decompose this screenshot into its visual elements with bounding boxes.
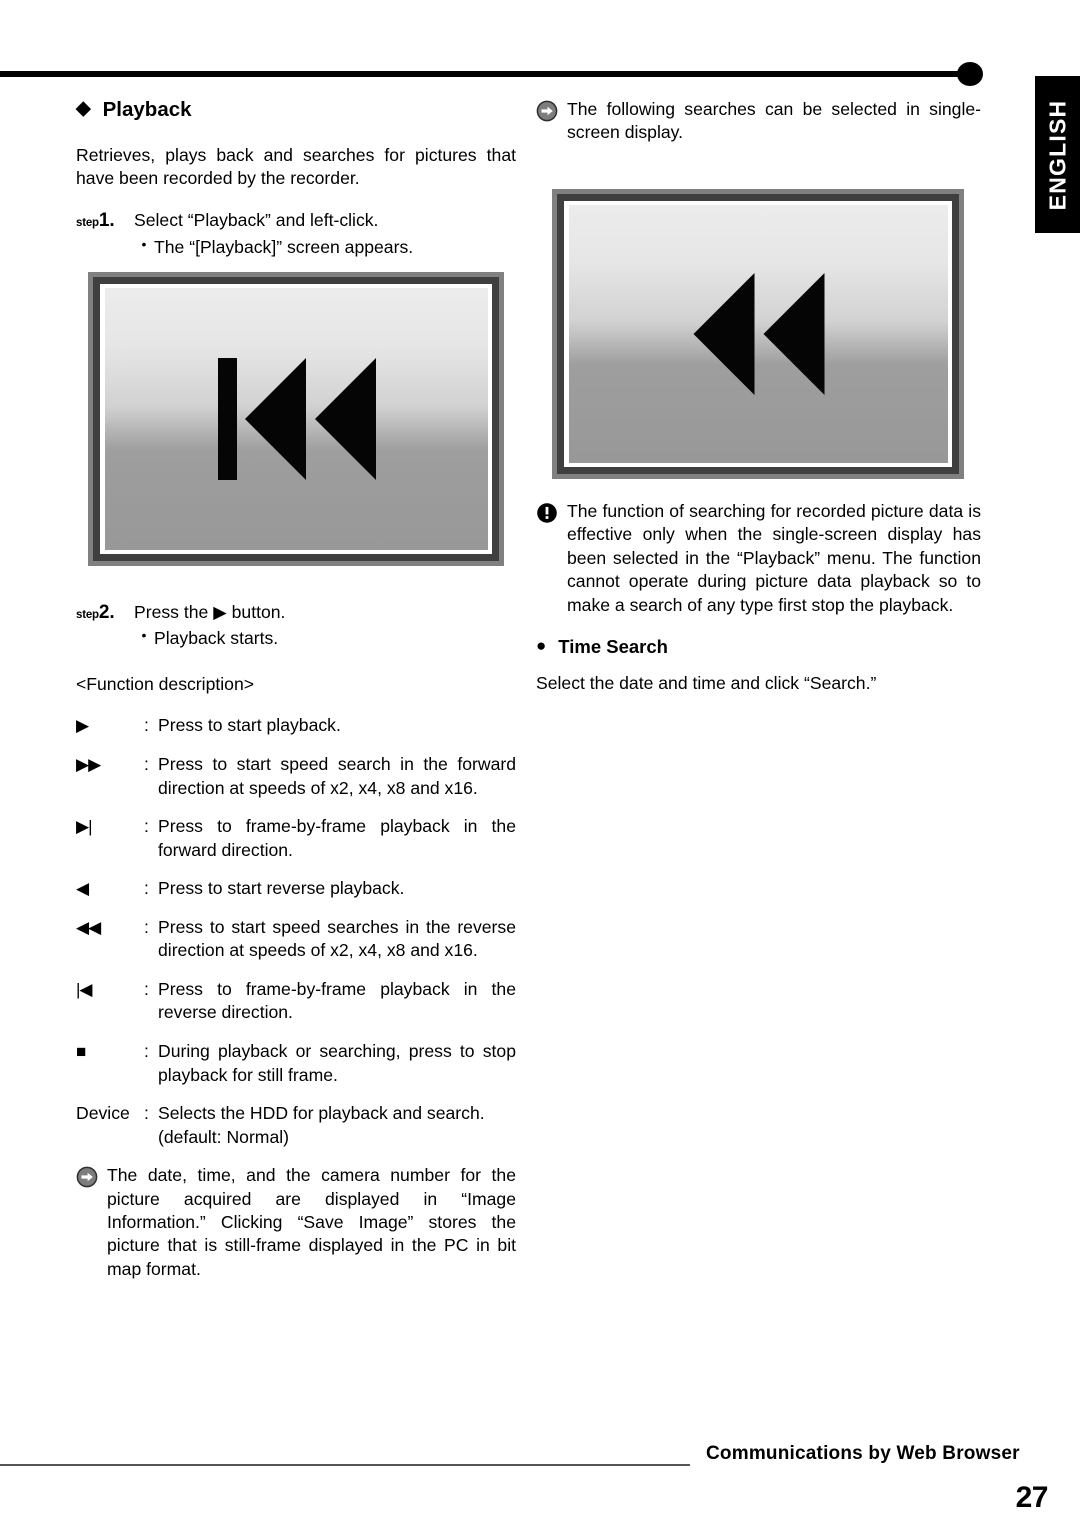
- function-row: Device : Selects the HDD for playback an…: [76, 1102, 516, 1149]
- function-desc: Press to start speed searches in the rev…: [158, 916, 516, 961]
- step-1-label: step1.: [76, 208, 134, 233]
- function-desc: During playback or searching, press to s…: [158, 1041, 516, 1085]
- right-column-lower: The function of searching for recorded p…: [536, 500, 981, 713]
- function-colon: :: [144, 878, 149, 899]
- left-column: ◆ Playback Retrieves, plays back and sea…: [76, 98, 516, 281]
- language-tab-label: ENGLISH: [1044, 99, 1070, 210]
- fast-rewind-icon: [693, 273, 824, 395]
- bullet-icon: •: [141, 627, 147, 644]
- header-rule-dot: [957, 62, 983, 86]
- right-note-callout: The following searches can be selected i…: [536, 98, 981, 145]
- note-text: The date, time, and the camera number fo…: [107, 1165, 516, 1279]
- step-2-number: 2.: [98, 602, 115, 623]
- function-key-frame-reverse-icon: |◀: [76, 979, 93, 999]
- function-desc: Press to start reverse playback.: [158, 878, 405, 899]
- language-tab: ENGLISH: [1035, 76, 1080, 233]
- function-row: ◀◀ : Press to start speed searches in th…: [76, 916, 516, 963]
- search-screenshot-frame: [557, 194, 959, 474]
- function-row: ◀ : Press to start reverse playback.: [76, 877, 516, 901]
- diamond-bullet-icon: ◆: [76, 98, 91, 119]
- playback-screenshot: [88, 272, 504, 566]
- footer-rule: [0, 1464, 690, 1466]
- step-2-prefix: step: [76, 609, 99, 621]
- function-desc: Selects the HDD for playback and search.…: [158, 1103, 485, 1147]
- function-colon: :: [144, 1041, 149, 1062]
- step-1-prefix: step: [76, 217, 99, 230]
- function-row: ▶▶ : Press to start speed search in the …: [76, 753, 516, 800]
- note-callout: The date, time, and the camera number fo…: [76, 1164, 516, 1281]
- search-screenshot-canvas: [569, 205, 948, 463]
- function-colon: :: [144, 753, 149, 774]
- function-colon: :: [144, 916, 149, 937]
- footer-title: Communications by Web Browser: [706, 1443, 1020, 1464]
- step-1-number: 1.: [98, 210, 115, 232]
- function-colon: :: [144, 715, 149, 736]
- right-note-text: The following searches can be selected i…: [567, 99, 981, 143]
- page-title-text: Playback: [102, 98, 192, 121]
- header-rule: [0, 71, 978, 77]
- right-column: The following searches can be selected i…: [536, 98, 981, 163]
- function-row: ▶ : Press to start playback.: [76, 714, 516, 738]
- function-key-device-label: Device: [76, 1103, 130, 1124]
- intro-paragraph: Retrieves, plays back and searches for p…: [76, 144, 516, 188]
- function-colon: :: [144, 816, 149, 837]
- step-2-text: Press the ▶ button.: [134, 602, 286, 622]
- function-key-play-icon: ▶: [76, 716, 89, 736]
- playback-screenshot-canvas: [105, 288, 488, 550]
- warning-callout: The function of searching for recorded p…: [536, 500, 981, 617]
- function-desc: Press to frame-by-frame playback in the …: [158, 978, 516, 1023]
- bullet-icon: •: [141, 235, 147, 252]
- function-desc: Press to frame-by-frame playback in the …: [158, 816, 516, 860]
- function-key-rewind-icon: ◀◀: [76, 917, 101, 937]
- function-row: ▶| : Press to frame-by-frame playback in…: [76, 815, 516, 862]
- function-row: |◀ : Press to frame-by-frame playback in…: [76, 978, 516, 1025]
- step-1-sub-text: The “[Playback]” screen appears.: [154, 236, 414, 257]
- playback-screenshot-frame: [93, 277, 499, 561]
- time-search-heading: ● Time Search: [536, 635, 981, 658]
- step-1-text: Select “Playback” and left-click.: [134, 210, 379, 231]
- function-colon: :: [144, 978, 149, 999]
- function-desc: Press to start speed search in the forwa…: [158, 753, 516, 798]
- step-2-sub: • Playback starts.: [76, 627, 516, 651]
- step-2: step2. Press the ▶ button. • Playback st…: [76, 600, 516, 651]
- function-key-reverse-play-icon: ◀: [76, 879, 89, 899]
- function-key-stop-icon: ■: [76, 1042, 86, 1062]
- function-description-title: <Function description>: [76, 674, 254, 695]
- skip-backward-icon: [217, 358, 376, 480]
- function-colon: :: [144, 1103, 149, 1124]
- note-arrow-icon: [76, 1166, 98, 1188]
- note-arrow-icon: [536, 100, 558, 122]
- warning-exclamation-icon: [537, 503, 557, 523]
- time-search-heading-text: Time Search: [558, 635, 668, 657]
- step-1: step1. Select “Playback” and left-click.…: [76, 208, 516, 259]
- step-2-sub-text: Playback starts.: [154, 628, 279, 649]
- function-key-fast-forward-icon: ▶▶: [76, 754, 101, 774]
- left-column-lower: step2. Press the ▶ button. • Playback st…: [76, 600, 516, 1299]
- step-2-label: step2.: [76, 600, 134, 625]
- page-number: 27: [1015, 1481, 1049, 1514]
- warning-text: The function of searching for recorded p…: [567, 501, 981, 615]
- page-title: ◆ Playback: [76, 98, 516, 123]
- search-screenshot: [552, 189, 964, 479]
- step-1-sub: • The “[Playback]” screen appears.: [76, 236, 516, 260]
- round-bullet-icon: ●: [536, 635, 547, 655]
- time-search-text: Select the date and time and click “Sear…: [536, 673, 877, 694]
- function-key-frame-forward-icon: ▶|: [76, 817, 93, 837]
- function-row: ■ : During playback or searching, press …: [76, 1040, 516, 1087]
- function-desc: Press to start playback.: [158, 715, 341, 736]
